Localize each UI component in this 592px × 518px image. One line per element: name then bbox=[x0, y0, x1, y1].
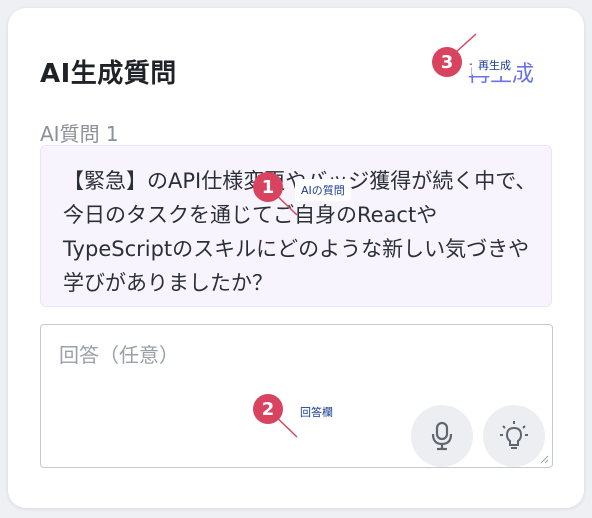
annotation-label-2: 回答欄 bbox=[300, 406, 333, 419]
annotation-badge-1: 1 bbox=[253, 172, 283, 202]
annotation-badge-2: 2 bbox=[253, 394, 283, 424]
annotation-label-1: AIの質問 bbox=[295, 179, 351, 201]
annotation-label-3: 再生成 bbox=[472, 54, 517, 76]
annotation-leaders bbox=[267, 33, 477, 438]
annotation-badge-3: 3 bbox=[432, 47, 462, 77]
